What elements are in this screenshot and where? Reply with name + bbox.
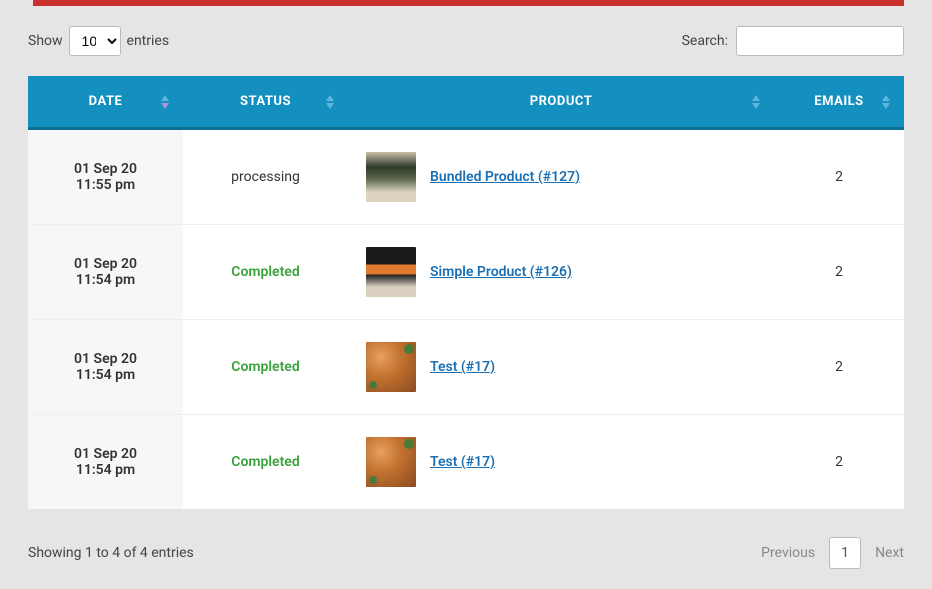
- column-header-label: DATE: [89, 94, 123, 109]
- table-footer: Showing 1 to 4 of 4 entries Previous 1 N…: [28, 537, 904, 569]
- page-number-current[interactable]: 1: [829, 537, 861, 569]
- product-link[interactable]: Simple Product (#126): [430, 264, 572, 280]
- product-wrap: Test (#17): [366, 342, 764, 392]
- table-row: 01 Sep 2011:54 pm Completed Test (#17) 2: [28, 320, 904, 415]
- status-cell: processing: [183, 130, 348, 225]
- status-value: processing: [231, 169, 300, 185]
- entries-select[interactable]: 10: [69, 26, 121, 56]
- date-cell: 01 Sep 2011:55 pm: [28, 130, 183, 225]
- product-link[interactable]: Bundled Product (#127): [430, 169, 580, 185]
- alert-bar: [33, 0, 904, 6]
- emails-cell: 2: [774, 320, 904, 415]
- page-container: Show 10 entries Search: DATE S: [0, 0, 932, 589]
- emails-cell: 2: [774, 130, 904, 225]
- date-value-line1: 01 Sep 20: [38, 351, 173, 367]
- product-cell: Simple Product (#126): [348, 225, 774, 320]
- column-header-status[interactable]: STATUS: [183, 76, 348, 130]
- search-input[interactable]: [736, 26, 904, 56]
- product-thumbnail[interactable]: [366, 342, 416, 392]
- column-header-emails[interactable]: EMAILS: [774, 76, 904, 130]
- product-cell: Test (#17): [348, 415, 774, 509]
- product-link[interactable]: Test (#17): [430, 359, 495, 375]
- emails-cell: 2: [774, 415, 904, 509]
- product-wrap: Bundled Product (#127): [366, 152, 764, 202]
- orders-table: DATE STATUS PRODUCT: [28, 76, 904, 509]
- previous-button[interactable]: Previous: [761, 545, 815, 561]
- product-cell: Test (#17): [348, 320, 774, 415]
- table-controls: Show 10 entries Search:: [28, 26, 904, 56]
- table-header-row: DATE STATUS PRODUCT: [28, 76, 904, 130]
- product-wrap: Test (#17): [366, 437, 764, 487]
- show-suffix-label: entries: [127, 33, 170, 49]
- date-value-line2: 11:54 pm: [38, 462, 173, 478]
- column-header-label: STATUS: [240, 94, 291, 109]
- show-prefix-label: Show: [28, 33, 63, 49]
- status-cell: Completed: [183, 320, 348, 415]
- column-header-label: PRODUCT: [530, 94, 593, 109]
- date-value-line1: 01 Sep 20: [38, 161, 173, 177]
- date-value-line2: 11:55 pm: [38, 177, 173, 193]
- date-cell: 01 Sep 2011:54 pm: [28, 320, 183, 415]
- product-wrap: Simple Product (#126): [366, 247, 764, 297]
- pagination: Previous 1 Next: [761, 537, 904, 569]
- status-value: Completed: [231, 264, 299, 280]
- entries-info: Showing 1 to 4 of 4 entries: [28, 545, 194, 561]
- date-value-line2: 11:54 pm: [38, 367, 173, 383]
- date-value-line1: 01 Sep 20: [38, 256, 173, 272]
- product-thumbnail[interactable]: [366, 247, 416, 297]
- column-header-label: EMAILS: [814, 94, 863, 109]
- table-body: 01 Sep 2011:55 pmprocessingBundled Produ…: [28, 130, 904, 509]
- next-button[interactable]: Next: [875, 545, 904, 561]
- product-cell: Bundled Product (#127): [348, 130, 774, 225]
- emails-cell: 2: [774, 225, 904, 320]
- date-value-line1: 01 Sep 20: [38, 446, 173, 462]
- show-entries-control: Show 10 entries: [28, 26, 169, 56]
- sort-icon: [882, 95, 890, 109]
- product-thumbnail[interactable]: [366, 152, 416, 202]
- date-cell: 01 Sep 2011:54 pm: [28, 225, 183, 320]
- sort-icon: [326, 95, 334, 109]
- date-cell: 01 Sep 2011:54 pm: [28, 415, 183, 509]
- status-value: Completed: [231, 454, 299, 470]
- table-row: 01 Sep 2011:54 pm Completed Simple Product…: [28, 225, 904, 320]
- sort-icon-active-desc: [161, 95, 169, 109]
- status-value: Completed: [231, 359, 299, 375]
- date-value-line2: 11:54 pm: [38, 272, 173, 288]
- product-thumbnail[interactable]: [366, 437, 416, 487]
- sort-icon: [752, 95, 760, 109]
- status-cell: Completed: [183, 225, 348, 320]
- search-control: Search:: [682, 26, 904, 56]
- status-cell: Completed: [183, 415, 348, 509]
- column-header-date[interactable]: DATE: [28, 76, 183, 130]
- table-row: 01 Sep 2011:55 pm processing Bundled Produ…: [28, 130, 904, 225]
- table-row: 01 Sep 2011:54 pm Completed Test (#17) 2: [28, 415, 904, 509]
- search-label: Search:: [682, 33, 728, 49]
- product-link[interactable]: Test (#17): [430, 454, 495, 470]
- column-header-product[interactable]: PRODUCT: [348, 76, 774, 130]
